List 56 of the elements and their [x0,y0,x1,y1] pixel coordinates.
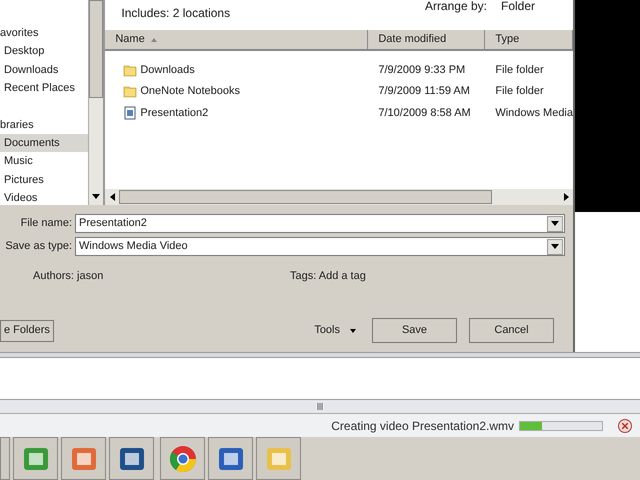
file-date: 7/9/2009 11:59 AM [377,84,471,99]
nav-item[interactable]: Recent Places [0,79,88,98]
taskbar-button[interactable] [256,437,301,480]
tools-button[interactable]: Tools [314,318,356,342]
taskbar-button[interactable] [61,437,106,480]
video-file-icon [123,106,138,120]
file-row[interactable]: Downloads 7/9/2009 9:33 PM File folder [105,59,573,80]
taskbar-button[interactable] [13,437,58,480]
caret-icon [350,328,356,332]
file-row[interactable]: Presentation2 7/10/2009 8:58 AM Windows Media [105,102,573,124]
nav-item[interactable]: Downloads [0,60,88,79]
dropdown-field[interactable]: Presentation2 [75,214,565,233]
file-row[interactable]: OneNote Notebooks 7/9/2009 11:59 AM File folder [105,80,573,102]
column-header[interactable]: Date modified [368,30,486,49]
nav-item[interactable]: Documents [0,134,88,152]
file-type: File folder [494,84,544,99]
file-name: OneNote Notebooks [140,84,240,99]
hide-folders-button[interactable]: e Folders [0,320,54,342]
file-name: Presentation2 [140,106,208,120]
field-label: Save as type: [4,239,73,254]
taskbar-button[interactable] [0,437,10,480]
library-includes: Includes: 2 locations [121,5,230,22]
cancel-button[interactable]: Cancel [469,318,554,342]
metadata-field[interactable]: Tags: Add a tag [290,268,366,284]
taskbar-button[interactable] [109,437,154,480]
column-header[interactable]: Type [485,30,573,49]
nav-item[interactable]: Videos [0,189,88,208]
arrange-by-value[interactable]: Folder [500,0,535,13]
scroll-thumb[interactable] [119,190,492,204]
scroll-thumb[interactable] [89,0,104,98]
vertical-scrollbar[interactable] [88,0,104,205]
file-date: 7/9/2009 9:33 PM [377,62,466,78]
file-name: Downloads [140,62,195,78]
app-icon [168,444,198,474]
metadata-field[interactable]: Authors: jason [33,268,290,284]
file-date: 7/10/2009 8:58 AM [377,106,472,120]
arrange-by-label: Arrange by: [424,0,487,13]
status-text: Creating video Presentation2.wmv [331,418,514,434]
nav-item[interactable]: Pictures [0,170,88,189]
close-icon[interactable] [618,418,632,432]
taskbar-button[interactable] [208,437,253,480]
folder-icon [123,84,138,98]
nav-group-heading: avorites [0,26,40,41]
folder-icon [123,62,138,77]
file-type: Windows Media [494,106,573,120]
dropdown-field[interactable]: Windows Media Video [75,237,565,256]
nav-item[interactable]: Desktop [0,42,88,60]
column-header[interactable]: Name [105,30,368,49]
taskbar-button[interactable] [160,437,205,480]
grip-icon [316,403,324,410]
file-type: File folder [494,62,544,78]
horizontal-scrollbar[interactable] [105,189,573,205]
nav-item[interactable]: Music [0,152,88,170]
nav-group-heading: braries [0,118,35,132]
field-label: File name: [20,216,73,232]
save-button[interactable]: Save [372,318,457,342]
